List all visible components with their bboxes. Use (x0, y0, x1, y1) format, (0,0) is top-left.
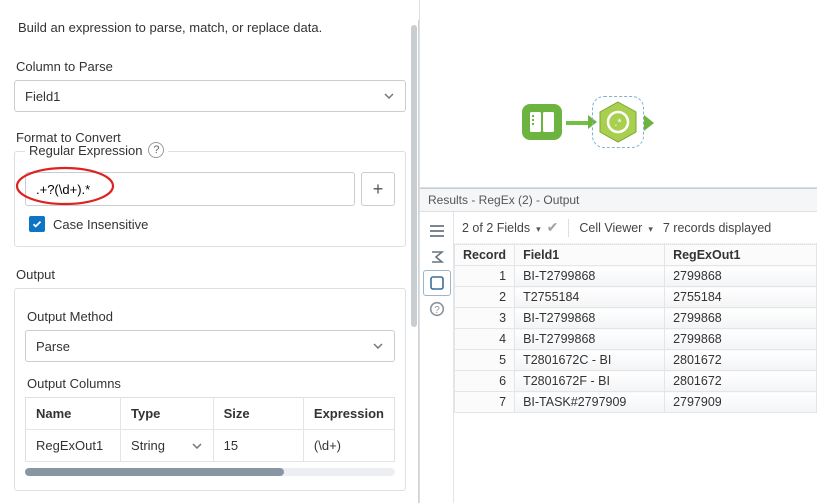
chevron-down-icon (191, 440, 203, 452)
col-type-header[interactable]: Type (121, 398, 214, 430)
grid-cell-record[interactable]: 1 (455, 266, 515, 287)
results-tab-header[interactable]: Results - RegEx (2) - Output (420, 188, 817, 212)
format-fieldset: Regular Expression ? + Case Insensitive (14, 151, 406, 247)
check-icon (32, 219, 42, 229)
separator (568, 219, 569, 237)
connection-line (566, 121, 590, 125)
column-to-parse-value: Field1 (25, 89, 60, 104)
caret-down-icon: ▾ (646, 224, 653, 234)
col-expression-header[interactable]: Expression (303, 398, 394, 430)
help-icon[interactable]: ? (148, 142, 164, 158)
results-iconbar: ? (420, 212, 454, 503)
input-tool-node[interactable] (520, 100, 564, 144)
cell-viewer-label: Cell Viewer (579, 221, 642, 235)
grid-header-row: Record Field1 RegExOut1 (455, 245, 817, 266)
grid-row[interactable]: 2T27551842755184 (455, 287, 817, 308)
grid-cell-regexout1[interactable]: 2797909 (665, 392, 817, 413)
results-body: ? 2 of 2 Fields ▾ ✔ Cell Viewer ▾ 7 reco… (420, 212, 817, 503)
grid-cell-regexout1[interactable]: 2799868 (665, 266, 817, 287)
regex-icon: .* (596, 100, 640, 144)
output-anchor-icon (644, 115, 654, 131)
records-displayed-text: 7 records displayed (663, 221, 771, 235)
grid-cell-record[interactable]: 5 (455, 350, 515, 371)
grid-row[interactable]: 1BI-T27998682799868 (455, 266, 817, 287)
caret-down-icon: ▾ (534, 224, 541, 234)
grid-cell-record[interactable]: 4 (455, 329, 515, 350)
cell-viewer-button[interactable]: Cell Viewer ▾ (579, 221, 653, 235)
col-name-header[interactable]: Name (26, 398, 121, 430)
output-fieldset: Output Method Parse Output Columns Name … (14, 288, 406, 491)
grid-cell-field1[interactable]: BI-T2799868 (515, 308, 665, 329)
col-field1-header[interactable]: Field1 (515, 245, 665, 266)
scrollbar-vertical[interactable] (411, 25, 417, 327)
results-toolbar: 2 of 2 Fields ▾ ✔ Cell Viewer ▾ 7 record… (454, 212, 817, 244)
grid-cell-regexout1[interactable]: 2755184 (665, 287, 817, 308)
grid-cell-record[interactable]: 2 (455, 287, 515, 308)
svg-text:?: ? (434, 305, 440, 316)
workflow-canvas[interactable]: .* (420, 0, 817, 188)
table-header-row: Name Type Size Expression (26, 398, 395, 430)
book-icon (520, 100, 564, 144)
grid-cell-regexout1[interactable]: 2799868 (665, 329, 817, 350)
col-size-header[interactable]: Size (213, 398, 303, 430)
col-regexout1-header[interactable]: RegExOut1 (665, 245, 817, 266)
output-method-label: Output Method (27, 309, 395, 324)
grid-cell-regexout1[interactable]: 2801672 (665, 371, 817, 392)
grid-cell-field1[interactable]: BI-TASK#2797909 (515, 392, 665, 413)
intro-text: Build an expression to parse, match, or … (18, 20, 406, 35)
grid-cell-regexout1[interactable]: 2801672 (665, 350, 817, 371)
grid-cell-field1[interactable]: T2755184 (515, 287, 665, 308)
regex-input[interactable] (25, 172, 355, 206)
grid-row[interactable]: 6T2801672F - BI2801672 (455, 371, 817, 392)
grid-row[interactable]: 7BI-TASK#27979092797909 (455, 392, 817, 413)
case-insensitive-checkbox[interactable] (29, 216, 45, 232)
grid-cell-record[interactable]: 3 (455, 308, 515, 329)
grid-row[interactable]: 4BI-T27998682799868 (455, 329, 817, 350)
grid-row[interactable]: 3BI-T27998682799868 (455, 308, 817, 329)
config-panel: Build an expression to parse, match, or … (0, 0, 420, 503)
view-sigma-icon[interactable] (423, 244, 451, 270)
column-to-parse-select[interactable]: Field1 (14, 80, 406, 112)
fields-count-text: 2 of 2 Fields (462, 221, 530, 235)
output-columns-table: Name Type Size Expression RegExOut1 Stri… (25, 397, 395, 462)
grid-cell-field1[interactable]: BI-T2799868 (515, 329, 665, 350)
regex-add-button[interactable]: + (361, 172, 395, 206)
grid-cell-record[interactable]: 7 (455, 392, 515, 413)
fields-count-button[interactable]: 2 of 2 Fields ▾ (462, 221, 541, 235)
out-type-value: String (131, 438, 165, 453)
out-expression-cell[interactable]: (\d+) (303, 430, 394, 462)
table-row[interactable]: RegExOut1 String 15 (\d+) (26, 430, 395, 462)
svg-text:.*: .* (614, 117, 622, 129)
output-label: Output (16, 267, 406, 282)
view-list-icon[interactable] (423, 218, 451, 244)
grid-cell-regexout1[interactable]: 2799868 (665, 308, 817, 329)
chevron-down-icon (372, 340, 384, 352)
out-name-cell[interactable]: RegExOut1 (26, 430, 121, 462)
grid-cell-field1[interactable]: T2801672F - BI (515, 371, 665, 392)
results-grid[interactable]: Record Field1 RegExOut1 1BI-T27998682799… (454, 244, 817, 413)
case-insensitive-label: Case Insensitive (53, 217, 148, 232)
view-sheet-icon[interactable] (423, 270, 451, 296)
regex-label: Regular Expression (29, 143, 142, 158)
col-record-header[interactable]: Record (455, 245, 515, 266)
view-help-icon[interactable]: ? (423, 296, 451, 322)
check-icon[interactable]: ✔ (547, 219, 559, 236)
grid-cell-field1[interactable]: T2801672C - BI (515, 350, 665, 371)
plus-icon: + (373, 179, 384, 200)
output-method-value: Parse (36, 339, 70, 354)
right-panel: .* Results - RegEx (2) - Output ? (420, 0, 817, 503)
regex-tool-node[interactable]: .* (592, 96, 644, 148)
grid-cell-field1[interactable]: BI-T2799868 (515, 266, 665, 287)
column-to-parse-label: Column to Parse (16, 59, 406, 74)
chevron-down-icon (383, 90, 395, 102)
grid-cell-record[interactable]: 6 (455, 371, 515, 392)
grid-row[interactable]: 5T2801672C - BI2801672 (455, 350, 817, 371)
scrollbar-horizontal[interactable] (25, 468, 395, 476)
out-type-cell[interactable]: String (121, 430, 214, 462)
output-columns-label: Output Columns (27, 376, 395, 391)
results-tab-title: Results - RegEx (2) - Output (428, 193, 579, 207)
out-size-cell[interactable]: 15 (213, 430, 303, 462)
output-method-select[interactable]: Parse (25, 330, 395, 362)
